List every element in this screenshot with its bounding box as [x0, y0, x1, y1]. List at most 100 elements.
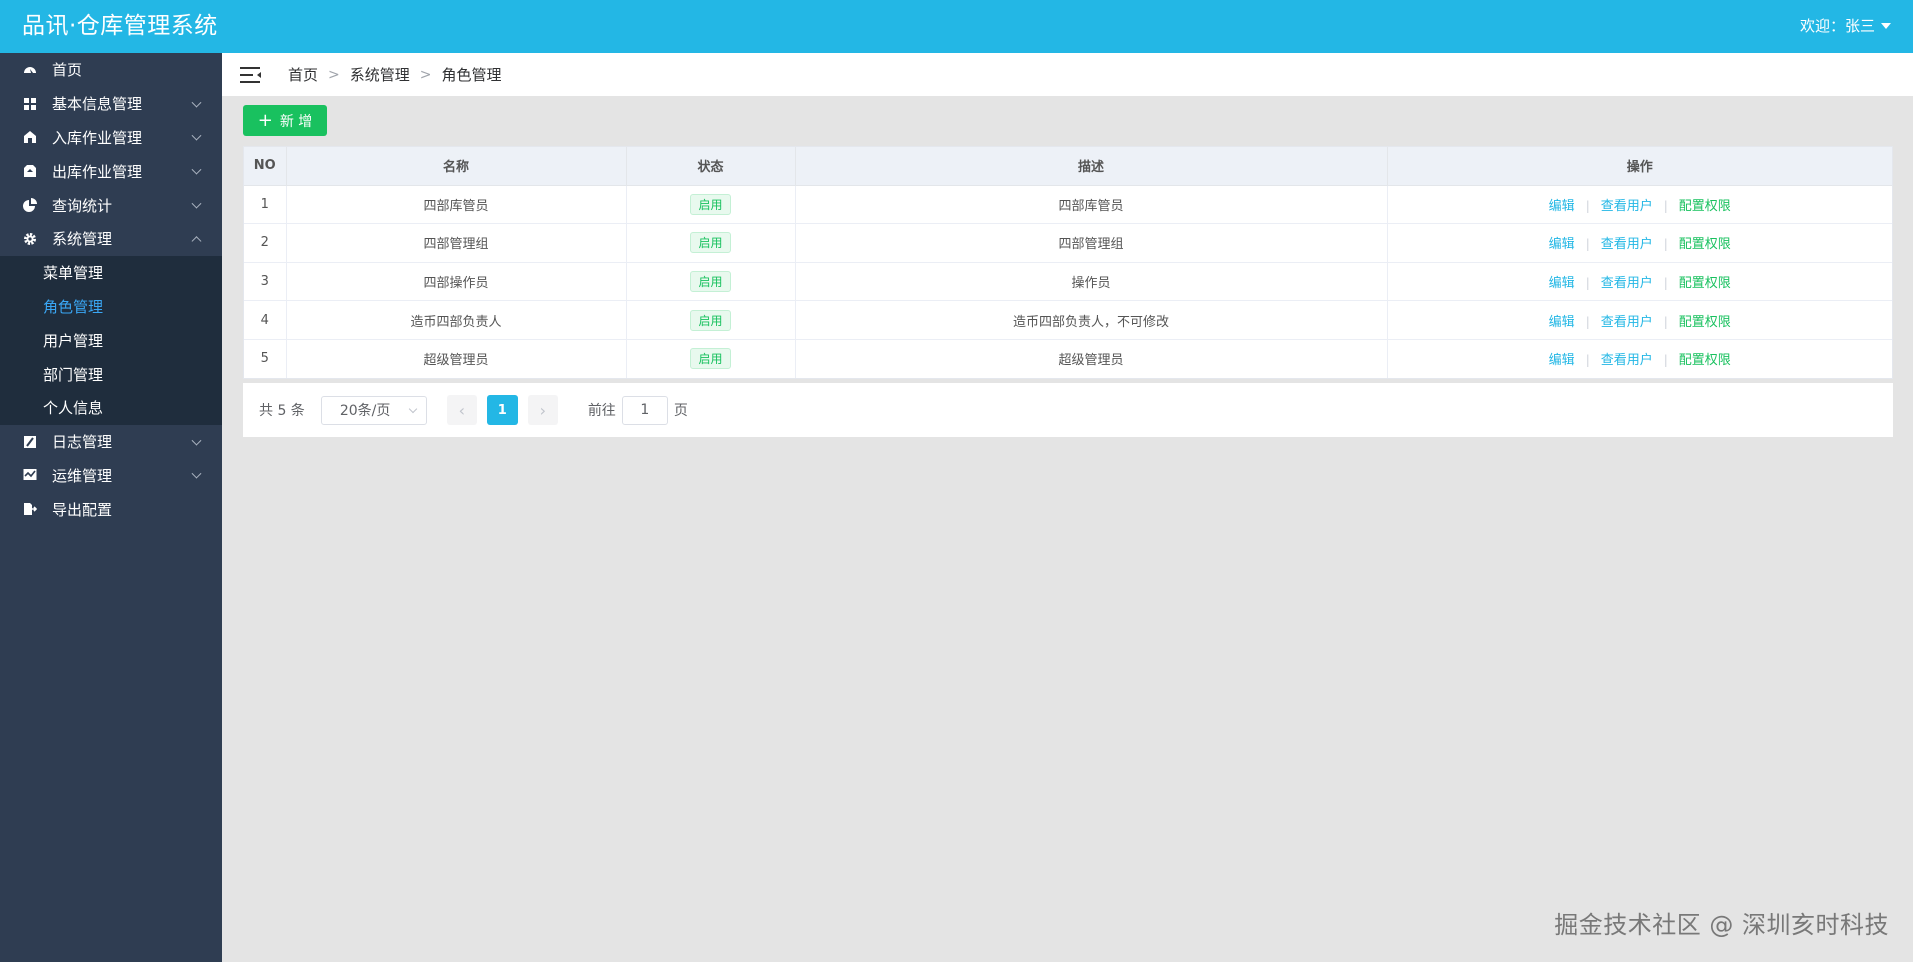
- grid-icon: [22, 96, 38, 112]
- column-header-description: 描述: [795, 147, 1388, 186]
- edit-link[interactable]: 编辑: [1549, 237, 1575, 252]
- table-row: 4 造币四部负责人 启用 造币四部负责人，不可修改 编辑 | 查看用户 | 配置权限: [244, 300, 1892, 340]
- sidebar-item-query-stats[interactable]: 查询统计: [0, 188, 222, 222]
- top-bar: 品讯·仓库管理系统 欢迎：张三: [0, 0, 1913, 53]
- table-row: 5 超级管理员 启用 超级管理员 编辑 | 查看用户 | 配置权限: [244, 339, 1892, 378]
- view-users-link[interactable]: 查看用户: [1601, 353, 1653, 368]
- table-row: 2 四部管理组 启用 四部管理组 编辑 | 查看用户 | 配置权限: [244, 223, 1892, 263]
- cell-actions: 编辑 | 查看用户 | 配置权限: [1387, 185, 1892, 225]
- sidebar-item-menu-management[interactable]: 菜单管理: [0, 256, 222, 290]
- sidebar-item-label: 首页: [52, 61, 83, 80]
- pie-chart-icon: [22, 197, 38, 213]
- sidebar-item-inbound[interactable]: 入库作业管理: [0, 121, 222, 155]
- status-badge: 启用: [690, 193, 731, 215]
- view-users-link[interactable]: 查看用户: [1601, 276, 1653, 291]
- sidebar-item-user-management[interactable]: 用户管理: [0, 323, 222, 357]
- cell-actions: 编辑 | 查看用户 | 配置权限: [1387, 223, 1892, 263]
- configure-permissions-link[interactable]: 配置权限: [1679, 353, 1731, 368]
- plus-icon: +: [257, 109, 273, 131]
- chevron-down-icon: [408, 404, 418, 413]
- cell-actions: 编辑 | 查看用户 | 配置权限: [1387, 339, 1892, 378]
- view-users-link[interactable]: 查看用户: [1601, 315, 1653, 330]
- sidebar-item-outbound[interactable]: 出库作业管理: [0, 154, 222, 188]
- sidebar-item-basic-info[interactable]: 基本信息管理: [0, 87, 222, 121]
- page-size-value: 20条/页: [339, 403, 391, 419]
- breadcrumb: 首页 > 系统管理 > 角色管理: [288, 53, 502, 96]
- breadcrumb-separator: >: [419, 66, 432, 83]
- sidebar-item-ops[interactable]: 运维管理: [0, 459, 222, 493]
- cell-status: 启用: [626, 185, 796, 225]
- cell-no: 2: [244, 223, 287, 263]
- sidebar-item-label: 查询统计: [52, 196, 113, 215]
- user-menu[interactable]: 欢迎：张三: [1800, 16, 1891, 36]
- edit-link[interactable]: 编辑: [1549, 276, 1575, 291]
- sidebar-item-system[interactable]: 系统管理: [0, 222, 222, 256]
- action-separator: |: [1663, 275, 1668, 290]
- sidebar-item-export-config[interactable]: 导出配置: [0, 492, 222, 526]
- sidebar-item-label: 运维管理: [52, 466, 113, 485]
- page-size-select[interactable]: 20条/页: [320, 395, 427, 425]
- warehouse-in-icon: [22, 129, 38, 145]
- cell-description: 超级管理员: [795, 339, 1388, 378]
- cell-no: 3: [244, 262, 287, 302]
- view-users-link[interactable]: 查看用户: [1601, 237, 1653, 252]
- action-separator: |: [1663, 314, 1668, 329]
- dashboard-icon: [22, 62, 38, 78]
- chevron-down-icon: [191, 131, 202, 142]
- log-icon: [22, 434, 38, 450]
- cell-name: 超级管理员: [286, 339, 627, 378]
- configure-permissions-link[interactable]: 配置权限: [1679, 315, 1731, 330]
- monitor-icon: [22, 467, 38, 483]
- cell-description: 四部库管员: [795, 185, 1388, 225]
- page-number-current[interactable]: 1: [486, 395, 518, 425]
- sidebar-item-home[interactable]: 首页: [0, 53, 222, 87]
- goto-page-input[interactable]: [621, 395, 668, 425]
- box-out-icon: [22, 163, 38, 179]
- configure-permissions-link[interactable]: 配置权限: [1679, 237, 1731, 252]
- cell-actions: 编辑 | 查看用户 | 配置权限: [1387, 300, 1892, 340]
- sidebar-item-logs[interactable]: 日志管理: [0, 425, 222, 459]
- caret-down-icon: [1881, 23, 1891, 29]
- chevron-down-icon: [191, 469, 202, 480]
- chevron-left-icon: ‹: [458, 400, 466, 420]
- configure-permissions-link[interactable]: 配置权限: [1679, 199, 1731, 214]
- sidebar-item-department-management[interactable]: 部门管理: [0, 357, 222, 391]
- edit-link[interactable]: 编辑: [1549, 199, 1575, 214]
- watermark: 掘金技术社区 @ 深圳亥时科技: [1554, 911, 1889, 939]
- status-badge: 启用: [690, 232, 731, 254]
- cell-actions: 编辑 | 查看用户 | 配置权限: [1387, 262, 1892, 302]
- gear-icon: [22, 231, 38, 247]
- sidebar-item-label: 基本信息管理: [52, 95, 143, 114]
- configure-permissions-link[interactable]: 配置权限: [1679, 276, 1731, 291]
- status-badge: 启用: [690, 309, 731, 331]
- column-header-name: 名称: [286, 147, 627, 186]
- action-separator: |: [1663, 198, 1668, 213]
- prev-page-button[interactable]: ‹: [446, 395, 477, 425]
- cell-status: 启用: [626, 223, 796, 263]
- column-header-actions: 操作: [1387, 147, 1892, 186]
- sidebar-item-role-management[interactable]: 角色管理: [0, 290, 222, 324]
- view-users-link[interactable]: 查看用户: [1601, 199, 1653, 214]
- role-table: NO 名称 状态 描述 操作 1 四部库管员 启用 四部库管员 编辑 | 查看用户 |…: [243, 146, 1893, 379]
- chevron-down-icon: [191, 164, 202, 175]
- cell-name: 四部库管员: [286, 185, 627, 225]
- sidebar-item-personal-info[interactable]: 个人信息: [0, 391, 222, 425]
- breadcrumb-home[interactable]: 首页: [288, 64, 318, 85]
- cell-description: 四部管理组: [795, 223, 1388, 263]
- cell-status: 启用: [626, 300, 796, 340]
- breadcrumb-system[interactable]: 系统管理: [350, 64, 410, 85]
- edit-link[interactable]: 编辑: [1549, 315, 1575, 330]
- cell-status: 启用: [626, 339, 796, 378]
- sidebar: 首页 基本信息管理 入库作业管理 出库作业管理 查询统计 系统管理 菜单管理 角…: [0, 53, 222, 962]
- add-button-label: 新 增: [279, 113, 313, 130]
- breadcrumb-current: 角色管理: [441, 66, 502, 84]
- action-separator: |: [1585, 353, 1590, 368]
- cell-no: 4: [244, 300, 287, 340]
- edit-link[interactable]: 编辑: [1549, 353, 1575, 368]
- collapse-menu-icon[interactable]: [240, 65, 262, 85]
- next-page-button[interactable]: ›: [527, 395, 558, 425]
- add-role-button[interactable]: + 新 增: [243, 105, 327, 136]
- column-header-no: NO: [244, 147, 287, 186]
- chevron-up-icon: [191, 236, 202, 246]
- cell-status: 启用: [626, 262, 796, 302]
